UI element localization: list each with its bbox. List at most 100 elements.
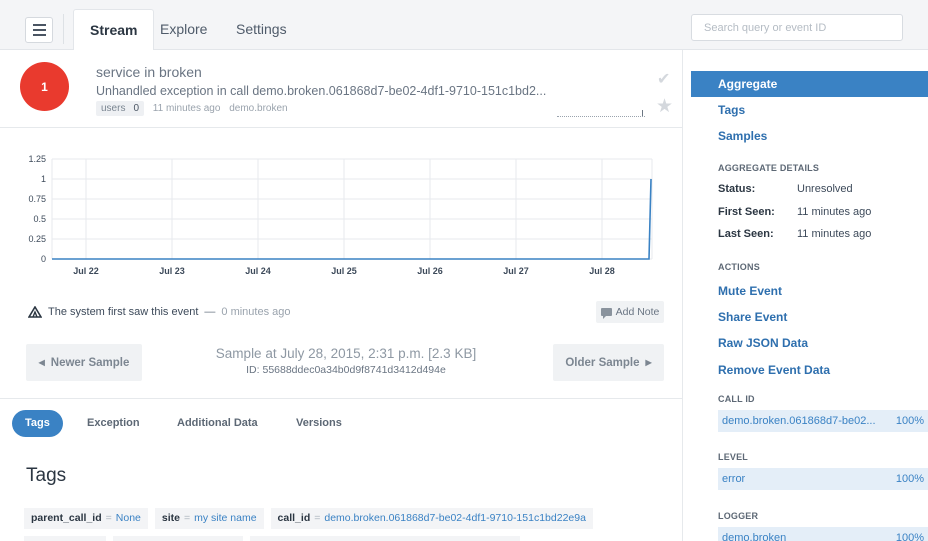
tag-key: parent_call_id (31, 512, 102, 524)
users-label: users (101, 103, 126, 114)
event-count-badge: 1 (20, 62, 69, 111)
aggregate-details-heading: AGGREGATE DETAILS (718, 163, 820, 173)
level-tag-bar[interactable]: error 100% (718, 468, 928, 490)
logger-tag-bar[interactable]: demo.broken 100% (718, 527, 928, 541)
first-seen-text: The system first saw this event (48, 306, 199, 318)
tag-call-id[interactable]: call_id = demo.broken.061868d7-be02-4df1-9… (270, 508, 593, 529)
bookmark-star-icon[interactable]: ★ (656, 95, 673, 118)
tag-key: call_id (277, 512, 311, 524)
sidebar-item-tags[interactable]: Tags (718, 103, 745, 117)
tag-bar-percent: 100% (895, 473, 924, 485)
newer-sample-label: Newer Sample (50, 356, 130, 369)
y-tick-label: 0.25 (28, 234, 46, 244)
y-tick-label: 0 (41, 254, 46, 264)
tag-value[interactable]: my site name (194, 512, 256, 524)
call-id-heading: CALL ID (718, 394, 755, 404)
search-input[interactable] (691, 14, 903, 41)
y-tick-label: 1.25 (28, 154, 46, 164)
event-sparkline (557, 109, 645, 117)
tag-key: site (161, 512, 180, 524)
divider (0, 398, 682, 399)
detail-label: First Seen: (718, 206, 775, 218)
first-seen-line: The system first saw this event — 0 minu… (28, 306, 291, 318)
remove-event-data-link[interactable]: Remove Event Data (718, 363, 830, 377)
logger-heading: LOGGER (718, 511, 759, 521)
tag-bar-value: error (722, 473, 746, 485)
tag-list-cut (24, 536, 520, 541)
users-count: 0 (133, 103, 140, 114)
tag-placeholder (113, 536, 243, 541)
users-count-box: users 0 (96, 101, 145, 116)
call-id-tag-bar[interactable]: demo.broken.061868d7-be02... 100% (718, 410, 928, 432)
subtab-versions[interactable]: Versions (296, 410, 342, 437)
hamburger-menu-icon[interactable] (25, 17, 53, 43)
divider (63, 14, 64, 44)
tag-bar-percent: 100% (895, 532, 924, 541)
raw-json-data-link[interactable]: Raw JSON Data (718, 336, 808, 350)
tag-equals: = (314, 512, 321, 524)
newer-sample-button[interactable]: ◀ Newer Sample (26, 344, 142, 381)
tag-bar-value: demo.broken.061868d7-be02... (722, 415, 876, 427)
detail-label: Status: (718, 183, 756, 195)
actions-heading: ACTIONS (718, 262, 760, 272)
subtab-tags[interactable]: Tags (12, 410, 63, 437)
tag-equals: = (105, 512, 112, 524)
event-logger: demo.broken (229, 103, 288, 114)
x-tick-label: Jul 23 (159, 266, 185, 276)
detail-label: Last Seen: (718, 228, 774, 240)
event-message: Unhandled exception in call demo.broken.… (96, 84, 547, 98)
sidebar-item-aggregate[interactable]: Aggregate (691, 71, 928, 97)
event-meta: users 0 11 minutes ago demo.broken (96, 101, 288, 116)
detail-first-seen: First Seen: 11 minutes ago (718, 206, 871, 218)
chevron-right-icon: ▶ (645, 358, 652, 367)
system-icon (28, 306, 42, 318)
sidebar-item-samples[interactable]: Samples (718, 129, 767, 143)
detail-last-seen: Last Seen: 11 minutes ago (718, 228, 871, 240)
y-tick-label: 0.5 (33, 214, 46, 224)
sample-info: Sample at July 28, 2015, 2:31 p.m. [2.3 … (156, 346, 536, 376)
tag-parent-call-id[interactable]: parent_call_id = None (24, 508, 148, 529)
subtab-exception[interactable]: Exception (87, 410, 140, 437)
add-note-label: Add Note (615, 306, 660, 318)
y-tick-label: 0.75 (28, 194, 46, 204)
older-sample-button[interactable]: Older Sample ▶ (553, 344, 664, 381)
tag-value[interactable]: None (116, 512, 141, 524)
mute-event-link[interactable]: Mute Event (718, 284, 782, 298)
level-heading: LEVEL (718, 452, 749, 462)
first-seen-time: 0 minutes ago (221, 306, 291, 318)
top-bar: Stream Explore Settings (0, 0, 928, 50)
detail-value: Unresolved (797, 183, 853, 195)
x-tick-label: Jul 22 (73, 266, 99, 276)
detail-status: Status: Unresolved (718, 183, 853, 195)
y-tick-label: 1 (41, 174, 46, 184)
x-tick-label: Jul 24 (245, 266, 271, 276)
subtab-additional-data[interactable]: Additional Data (177, 410, 258, 437)
tag-bar-percent: 100% (895, 415, 924, 427)
tag-site[interactable]: site = my site name (154, 508, 264, 529)
event-title[interactable]: service in broken (96, 64, 202, 80)
event-frequency-chart: 1.25 1 0.75 0.5 0.25 0 Jul 22 Jul 23 Jul 24 Jul 2… (28, 154, 653, 276)
comment-icon (600, 308, 612, 319)
chevron-left-icon: ◀ (38, 358, 45, 367)
tag-equals: = (183, 512, 191, 524)
tags-heading: Tags (26, 465, 67, 486)
tag-value[interactable]: demo.broken.061868d7-be02-4df1-9710-151c… (324, 512, 586, 524)
tab-settings[interactable]: Settings (220, 9, 303, 50)
first-seen-dash: — (204, 306, 216, 318)
tag-placeholder (250, 536, 520, 541)
sample-title: Sample at July 28, 2015, 2:31 p.m. [2.3 … (215, 346, 477, 361)
older-sample-label: Older Sample (565, 356, 640, 369)
x-tick-label: Jul 25 (331, 266, 357, 276)
share-event-link[interactable]: Share Event (718, 310, 787, 324)
resolve-check-icon[interactable]: ✔ (657, 69, 670, 89)
tab-explore[interactable]: Explore (144, 9, 223, 50)
x-tick-label: Jul 27 (503, 266, 529, 276)
tab-stream[interactable]: Stream (73, 9, 155, 50)
tag-list: parent_call_id = None site = my site name ca… (24, 508, 593, 529)
x-tick-label: Jul 26 (417, 266, 443, 276)
event-time-ago: 11 minutes ago (152, 103, 221, 114)
tag-placeholder (24, 536, 106, 541)
tag-bar-value: demo.broken (722, 532, 787, 541)
add-note-button[interactable]: Add Note (596, 301, 664, 323)
x-tick-label: Jul 28 (589, 266, 615, 276)
